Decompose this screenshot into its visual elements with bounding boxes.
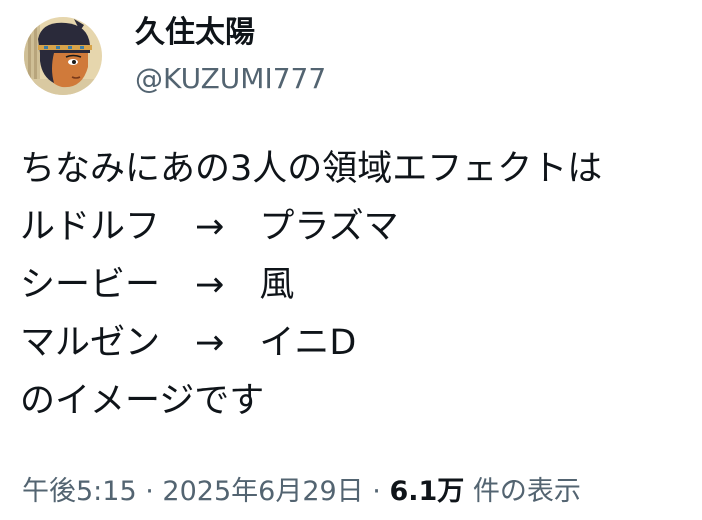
tweet-meta: 午後5:15 · 2025年6月29日 · 6.1万 件の表示: [22, 470, 581, 514]
tweet: 久住太陽 @KUZUMI777 ちなみにあの3人の領域エフェクトは ルドルフ →…: [0, 0, 702, 520]
tweet-text-line: のイメージです: [20, 381, 265, 421]
tweet-text-line: シービー → 風: [20, 265, 295, 305]
user-handle[interactable]: @KUZUMI777: [135, 59, 326, 99]
post-date: 2025年6月29日: [162, 476, 364, 507]
tweet-text-line: マルゼン → イニD: [20, 323, 357, 363]
display-name[interactable]: 久住太陽: [135, 13, 326, 53]
tweet-text: ちなみにあの3人の領域エフェクトは ルドルフ → プラズマ シービー → 風 マ…: [20, 140, 690, 430]
tweet-text-line: ちなみにあの3人の領域エフェクトは: [20, 149, 603, 189]
views-label: 件の表示: [472, 476, 581, 507]
avatar-illustration-icon: [24, 17, 102, 95]
views-count: 6.1万: [389, 476, 465, 507]
post-time: 午後5:15: [22, 476, 137, 507]
timestamp-link[interactable]: 午後5:15 · 2025年6月29日: [22, 476, 364, 507]
separator-dot: ·: [372, 476, 381, 507]
author-names: 久住太陽 @KUZUMI777: [135, 13, 326, 99]
separator-dot: ·: [145, 476, 154, 507]
tweet-header: 久住太陽 @KUZUMI777: [24, 10, 326, 102]
tweet-text-line: ルドルフ → プラズマ: [20, 207, 399, 247]
avatar[interactable]: [24, 17, 102, 95]
